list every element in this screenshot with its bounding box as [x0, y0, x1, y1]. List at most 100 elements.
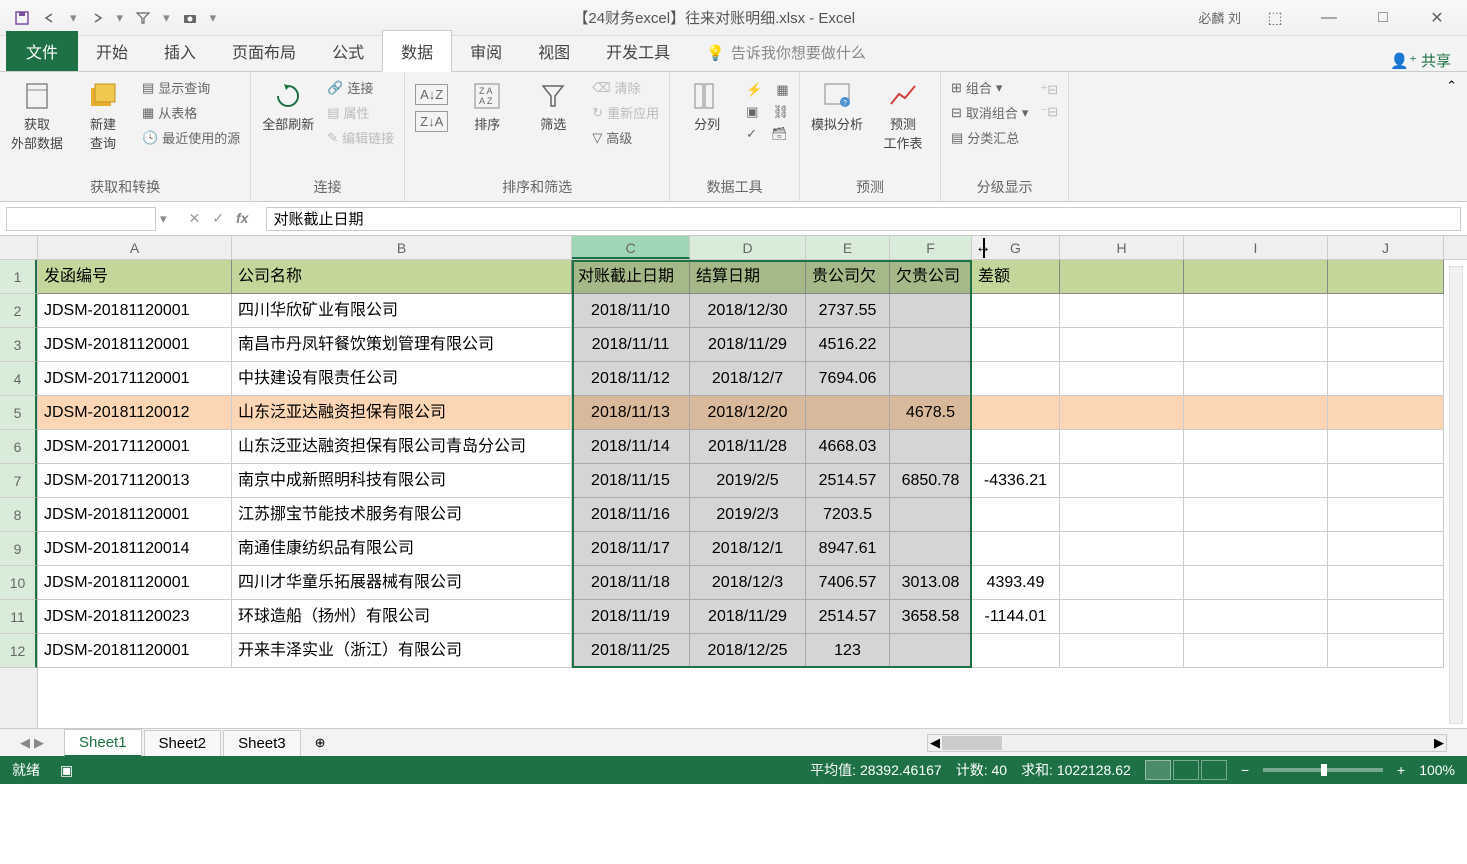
- cell[interactable]: [1060, 498, 1184, 532]
- cell[interactable]: JDSM-20181120001: [38, 328, 232, 362]
- cell[interactable]: -4336.21: [972, 464, 1060, 498]
- cell[interactable]: 2018/12/7: [690, 362, 806, 396]
- cell[interactable]: JDSM-20181120001: [38, 498, 232, 532]
- cell[interactable]: [890, 498, 972, 532]
- page-break-button[interactable]: [1201, 760, 1227, 780]
- cell[interactable]: [1328, 260, 1444, 294]
- consolidate-button[interactable]: ▦: [772, 80, 792, 100]
- zoom-out-button[interactable]: −: [1241, 762, 1249, 778]
- cell[interactable]: [890, 430, 972, 464]
- cell[interactable]: [1328, 396, 1444, 430]
- share-button[interactable]: 👤⁺ 共享: [1390, 50, 1461, 71]
- cell[interactable]: 2018/11/16: [572, 498, 690, 532]
- data-validation-button[interactable]: ✓: [742, 124, 761, 144]
- camera-icon[interactable]: [182, 10, 198, 26]
- cell[interactable]: 2019/2/5: [690, 464, 806, 498]
- row-header-12[interactable]: 12: [0, 634, 37, 668]
- macro-record-icon[interactable]: ▣: [60, 762, 73, 779]
- next-sheet-icon[interactable]: ▶: [34, 735, 44, 751]
- scroll-left-icon[interactable]: ◀: [930, 735, 940, 751]
- ribbon-options-icon[interactable]: ⬚: [1255, 8, 1295, 28]
- cell[interactable]: [1060, 260, 1184, 294]
- scroll-right-icon[interactable]: ▶: [1434, 735, 1444, 751]
- whatif-button[interactable]: ?模拟分析: [806, 76, 868, 133]
- cell[interactable]: [1184, 532, 1328, 566]
- page-layout-button[interactable]: [1173, 760, 1199, 780]
- cell[interactable]: [1060, 294, 1184, 328]
- cell[interactable]: [890, 362, 972, 396]
- cell[interactable]: [972, 328, 1060, 362]
- column-header-A[interactable]: A: [38, 236, 232, 259]
- save-icon[interactable]: [14, 10, 30, 26]
- cell[interactable]: 2018/11/19: [572, 600, 690, 634]
- cell[interactable]: 123: [806, 634, 890, 668]
- cell[interactable]: 7694.06: [806, 362, 890, 396]
- sort-button[interactable]: Z AA Z排序: [456, 76, 518, 133]
- cell[interactable]: JDSM-20181120014: [38, 532, 232, 566]
- vertical-scrollbar[interactable]: [1449, 266, 1463, 724]
- cell[interactable]: JDSM-20181120001: [38, 294, 232, 328]
- spreadsheet-grid[interactable]: ABCDEFGHIJ 123456789101112 发函编号公司名称对账截止日…: [0, 236, 1467, 728]
- cell[interactable]: [1184, 396, 1328, 430]
- cell[interactable]: [972, 634, 1060, 668]
- recent-sources-button[interactable]: 🕓最近使用的源: [138, 126, 244, 149]
- row-header-1[interactable]: 1: [0, 260, 37, 294]
- cell[interactable]: [806, 396, 890, 430]
- cell[interactable]: 4516.22: [806, 328, 890, 362]
- cell[interactable]: 2018/11/15: [572, 464, 690, 498]
- subtotal-button[interactable]: ▤分类汇总: [947, 126, 1032, 149]
- group-rows-button[interactable]: ⊞组合▾: [947, 76, 1032, 99]
- cell[interactable]: 2018/11/18: [572, 566, 690, 600]
- cell[interactable]: [1328, 600, 1444, 634]
- cell[interactable]: 2737.55: [806, 294, 890, 328]
- cell[interactable]: 四川才华童乐拓展器械有限公司: [232, 566, 572, 600]
- tab-file[interactable]: 文件: [6, 31, 78, 71]
- cell[interactable]: 贵公司欠: [806, 260, 890, 294]
- get-external-data-button[interactable]: 获取 外部数据: [6, 76, 68, 152]
- fx-icon[interactable]: fx: [236, 210, 248, 227]
- cell[interactable]: [1184, 260, 1328, 294]
- connections-button[interactable]: 🔗连接: [323, 76, 398, 99]
- cell[interactable]: [1328, 464, 1444, 498]
- cell[interactable]: 2018/12/25: [690, 634, 806, 668]
- ungroup-button[interactable]: ⊟取消组合▾: [947, 101, 1032, 124]
- cell[interactable]: 6850.78: [890, 464, 972, 498]
- cell[interactable]: 结算日期: [690, 260, 806, 294]
- collapse-ribbon-icon[interactable]: ⌃: [1436, 72, 1467, 201]
- refresh-all-button[interactable]: 全部刷新: [257, 76, 319, 133]
- cell[interactable]: [1184, 566, 1328, 600]
- cell[interactable]: [1328, 328, 1444, 362]
- sort-asc-button[interactable]: A↓Z: [411, 82, 452, 107]
- cell[interactable]: [1184, 328, 1328, 362]
- cancel-icon[interactable]: ✕: [189, 210, 201, 227]
- sheet-tab-2[interactable]: Sheet2: [144, 730, 222, 756]
- cell[interactable]: 欠贵公司: [890, 260, 972, 294]
- cell[interactable]: [1184, 498, 1328, 532]
- undo-icon[interactable]: [42, 10, 58, 26]
- cell[interactable]: [1184, 430, 1328, 464]
- horizontal-scrollbar[interactable]: ◀ ▶: [927, 734, 1447, 752]
- cell[interactable]: 2018/11/10: [572, 294, 690, 328]
- cell[interactable]: 2018/11/17: [572, 532, 690, 566]
- cell[interactable]: [1184, 464, 1328, 498]
- clear-filter-button[interactable]: ⌫清除: [588, 76, 663, 99]
- cell[interactable]: [1060, 566, 1184, 600]
- tab-layout[interactable]: 页面布局: [214, 31, 314, 71]
- prev-sheet-icon[interactable]: ◀: [20, 735, 30, 751]
- filter-icon[interactable]: [135, 10, 151, 26]
- cell[interactable]: 8947.61: [806, 532, 890, 566]
- cell[interactable]: [1060, 396, 1184, 430]
- filter-button[interactable]: 筛选: [522, 76, 584, 133]
- hide-detail-button[interactable]: ⁻⊟: [1036, 102, 1062, 122]
- sheet-tab-3[interactable]: Sheet3: [223, 730, 301, 756]
- properties-button[interactable]: ▤属性: [323, 101, 398, 124]
- cell[interactable]: [1184, 600, 1328, 634]
- column-header-I[interactable]: I: [1184, 236, 1328, 259]
- cell[interactable]: [1184, 294, 1328, 328]
- flash-fill-button[interactable]: ⚡: [742, 80, 766, 100]
- cell[interactable]: 差额: [972, 260, 1060, 294]
- row-header-5[interactable]: 5: [0, 396, 37, 430]
- undo-dropdown-icon[interactable]: ▾: [70, 10, 77, 26]
- row-header-10[interactable]: 10: [0, 566, 37, 600]
- column-header-C[interactable]: C: [572, 236, 690, 259]
